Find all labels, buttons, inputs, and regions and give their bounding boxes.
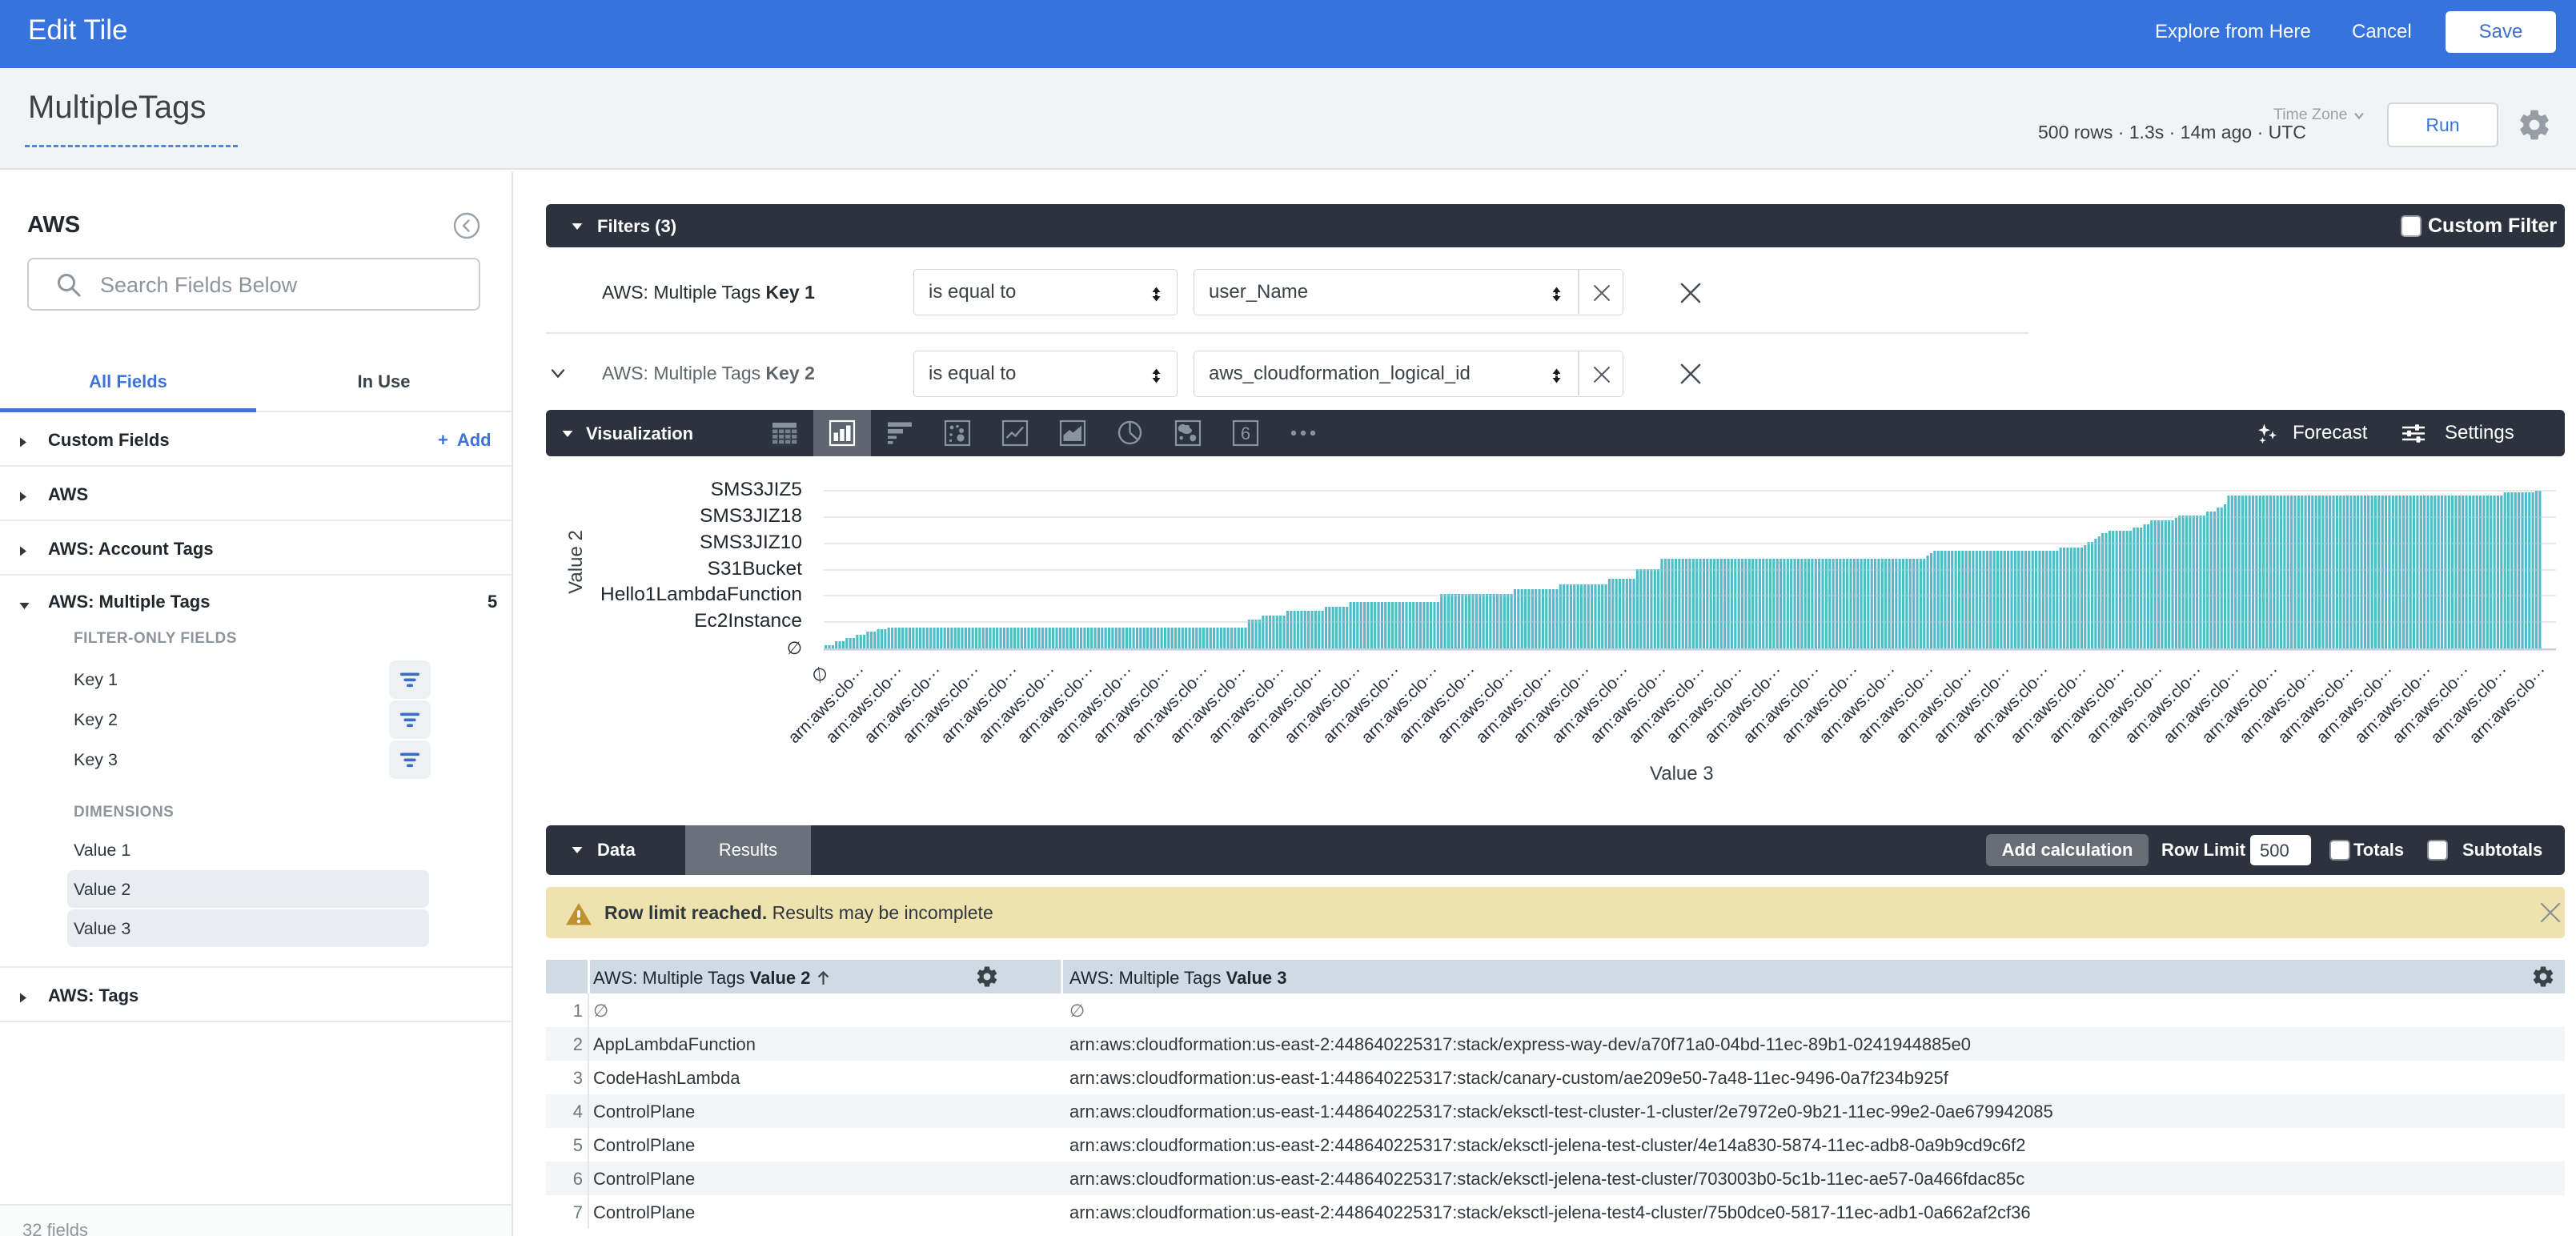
svg-text:6: 6 xyxy=(1241,423,1250,443)
